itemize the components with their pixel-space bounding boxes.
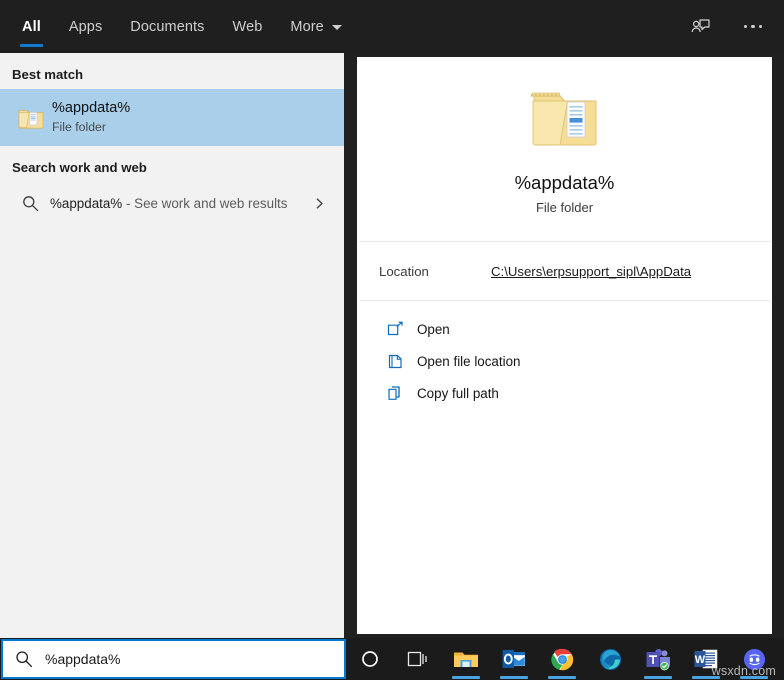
action-open-file-location[interactable]: Open file location bbox=[357, 345, 772, 377]
search-icon bbox=[10, 195, 50, 212]
feedback-person-icon[interactable] bbox=[684, 10, 718, 44]
tab-apps[interactable]: Apps bbox=[55, 0, 116, 53]
ellipsis-glyph bbox=[744, 25, 763, 29]
discord-icon[interactable] bbox=[730, 638, 778, 680]
best-match-header: Best match bbox=[0, 53, 344, 89]
chevron-down-icon bbox=[332, 25, 342, 30]
tab-bar-actions bbox=[684, 0, 784, 53]
windows-search-flyout: All Apps Documents Web More bbox=[0, 0, 784, 680]
outlook-icon[interactable] bbox=[490, 638, 538, 680]
location-row: Location C:\Users\erpsupport_sipl\AppDat… bbox=[357, 242, 772, 300]
action-open[interactable]: Open bbox=[357, 313, 772, 345]
tab-documents-label: Documents bbox=[130, 19, 204, 35]
preview-subtitle: File folder bbox=[536, 200, 593, 215]
tab-web[interactable]: Web bbox=[219, 0, 277, 53]
search-tabs: All Apps Documents Web More bbox=[0, 0, 356, 53]
task-view-icon[interactable] bbox=[394, 638, 442, 680]
search-web-query: %appdata% bbox=[50, 196, 122, 211]
tab-all-label: All bbox=[22, 19, 41, 35]
action-open-label: Open bbox=[417, 322, 450, 337]
copy-icon bbox=[387, 385, 417, 402]
action-copy-full-path[interactable]: Copy full path bbox=[357, 377, 772, 409]
teams-icon[interactable] bbox=[634, 638, 682, 680]
result-item-subtitle: File folder bbox=[52, 119, 130, 136]
open-folder-location-icon bbox=[387, 353, 417, 370]
result-item-appdata[interactable]: %appdata% File folder bbox=[0, 89, 344, 146]
preview-actions: Open Open file location bbox=[357, 301, 772, 409]
search-web-result-row[interactable]: %appdata% - See work and web results bbox=[0, 182, 344, 224]
search-tab-bar: All Apps Documents Web More bbox=[0, 0, 784, 53]
search-web-label: %appdata% - See work and web results bbox=[50, 196, 287, 211]
svg-text:W: W bbox=[695, 654, 706, 666]
cortana-icon[interactable] bbox=[346, 638, 394, 680]
tab-more-label: More bbox=[290, 19, 323, 35]
preview-hero: %appdata% File folder bbox=[357, 57, 772, 241]
tab-web-label: Web bbox=[233, 19, 263, 35]
open-external-icon bbox=[387, 321, 417, 338]
search-icon bbox=[3, 650, 45, 668]
action-copy-full-path-label: Copy full path bbox=[417, 386, 499, 401]
location-path-link[interactable]: C:\Users\erpsupport_sipl\AppData bbox=[491, 264, 691, 279]
chrome-icon[interactable] bbox=[538, 638, 586, 680]
result-item-title: %appdata% bbox=[52, 99, 130, 119]
folder-open-icon bbox=[528, 85, 602, 156]
file-explorer-icon[interactable] bbox=[442, 638, 490, 680]
tab-all[interactable]: All bbox=[8, 0, 55, 53]
search-web-header: Search work and web bbox=[0, 146, 344, 182]
taskbar-app-buttons: W bbox=[346, 638, 778, 680]
location-label: Location bbox=[379, 264, 491, 279]
edge-icon[interactable] bbox=[586, 638, 634, 680]
tab-documents[interactable]: Documents bbox=[116, 0, 218, 53]
more-options-icon[interactable] bbox=[736, 10, 770, 44]
action-open-file-location-label: Open file location bbox=[417, 354, 520, 369]
search-input[interactable]: %appdata% bbox=[45, 651, 121, 667]
taskbar: %appdata% bbox=[0, 638, 784, 680]
folder-icon bbox=[10, 103, 52, 133]
tab-more[interactable]: More bbox=[276, 0, 355, 53]
search-web-suffix: - See work and web results bbox=[126, 196, 288, 211]
tab-apps-label: Apps bbox=[69, 19, 102, 35]
search-results-pane: Best match %appdata% File folder Search … bbox=[0, 53, 344, 638]
chevron-right-icon[interactable] bbox=[313, 197, 326, 210]
preview-pane: %appdata% File folder Location C:\Users\… bbox=[357, 57, 772, 634]
preview-title: %appdata% bbox=[515, 172, 615, 194]
word-icon[interactable]: W bbox=[682, 638, 730, 680]
taskbar-search-box[interactable]: %appdata% bbox=[1, 639, 346, 679]
result-item-text: %appdata% File folder bbox=[52, 99, 130, 137]
